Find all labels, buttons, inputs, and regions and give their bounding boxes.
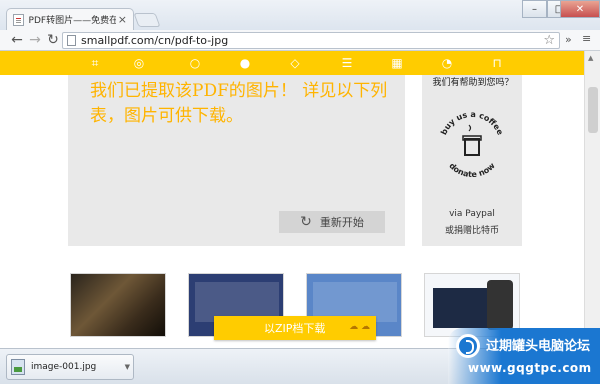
grid-icon[interactable]: ▦ [390,56,404,70]
thumbnail-image-1[interactable] [70,273,166,337]
menu-icon[interactable]: ≡ [582,32,591,45]
browser-toolbar: ← → ↻ smallpdf.com/cn/pdf-to-jpg ☆ » ≡ [0,30,600,51]
page-icon [67,35,76,46]
circles-icon[interactable]: ● [238,56,252,70]
watermark-url: www.gqgtpc.com [468,361,592,375]
scroll-thumb[interactable] [588,87,598,133]
tab-title: PDF转图片——免费在线 [28,16,116,26]
bell-icon[interactable]: ○ [188,56,202,70]
pie-icon[interactable]: ◔ [440,56,454,70]
reload-icon[interactable]: ↻ [44,32,62,48]
back-arrow-icon[interactable]: ← [8,32,26,48]
browser-titlebar: PDF转图片——免费在线 × – □ ✕ [0,0,600,30]
buy-coffee-badge[interactable]: buy us a coffee donate now [436,101,508,187]
result-panel: 我们已提取该PDF的图片！ 详见以下列表，图片可供下载。 ↻ 重新开始 [68,75,405,246]
zip-download-label: 以ZIP档下载 [264,322,326,335]
download-menu-arrow-icon[interactable]: ▼ [125,363,130,371]
pdf-file-icon [13,13,24,26]
vertical-scrollbar[interactable]: ▲ [584,51,600,348]
result-message: 我们已提取该PDF的图片！ 详见以下列表，图片可供下载。 [90,81,388,126]
svg-text:donate now: donate now [447,161,497,179]
watermark-title: 过期罐头电脑论坛 [486,339,591,354]
donate-bitcoin[interactable]: 或捐赠比特币 [422,223,522,236]
image-file-icon [11,359,25,375]
close-window-button[interactable]: ✕ [560,0,600,18]
forum-watermark: 过期罐头电脑论坛 www.gqgtpc.com [448,328,600,384]
forum-logo-icon [456,334,480,358]
download-item[interactable]: image-001.jpg ▼ [6,354,134,380]
download-file-name: image-001.jpg [31,362,97,372]
bookmark-star-icon[interactable]: ☆ [543,33,555,48]
restart-button[interactable]: ↻ 重新开始 [279,211,385,233]
donate-question: 我们有帮助到您吗？ [432,78,514,88]
globe-icon[interactable]: ◎ [132,56,146,70]
forward-arrow-icon[interactable]: → [26,32,44,48]
restart-label: 重新开始 [319,216,364,229]
donate-panel: 我们有帮助到您吗？ buy us a coffee donate now via… [422,75,522,246]
tab-close-icon[interactable]: × [118,13,127,26]
zip-download-button[interactable]: 以ZIP档下载 ☁ ☁ [214,316,376,340]
badge-bottom-text: donate now [447,161,497,179]
coffee-cup-icon [462,124,482,156]
url-text[interactable]: smallpdf.com/cn/pdf-to-jpg [81,34,228,47]
tools-bar: ⌗ ◎ ○ ● ◇ ☰ ▦ ◔ ⊓ [0,51,584,75]
list-icon[interactable]: ☰ [340,56,354,70]
cloud-icons[interactable]: ☁ ☁ [349,322,370,332]
svg-text:buy us a coffee: buy us a coffee [439,110,505,137]
via-paypal[interactable]: via Paypal [422,209,522,219]
window-close-controls: ✕ [560,0,600,19]
browser-tab[interactable]: PDF转图片——免费在线 × [6,8,134,30]
tag-icon[interactable]: ◇ [288,56,302,70]
extensions-chevron-icon[interactable]: » [565,33,572,46]
new-tab-button[interactable] [133,13,161,27]
scroll-up-icon[interactable]: ▲ [588,54,593,62]
lock-icon[interactable]: ⊓ [490,56,504,70]
minimize-button[interactable]: – [522,0,547,18]
address-bar[interactable]: smallpdf.com/cn/pdf-to-jpg ☆ [62,32,560,49]
page-viewport: ⌗ ◎ ○ ● ◇ ☰ ▦ ◔ ⊓ 我们已提取该PDF的图片！ 详见以下列表，图… [0,51,584,348]
badge-top-text: buy us a coffee [439,110,505,137]
crop-icon[interactable]: ⌗ [88,56,102,70]
restart-icon: ↻ [300,214,312,230]
